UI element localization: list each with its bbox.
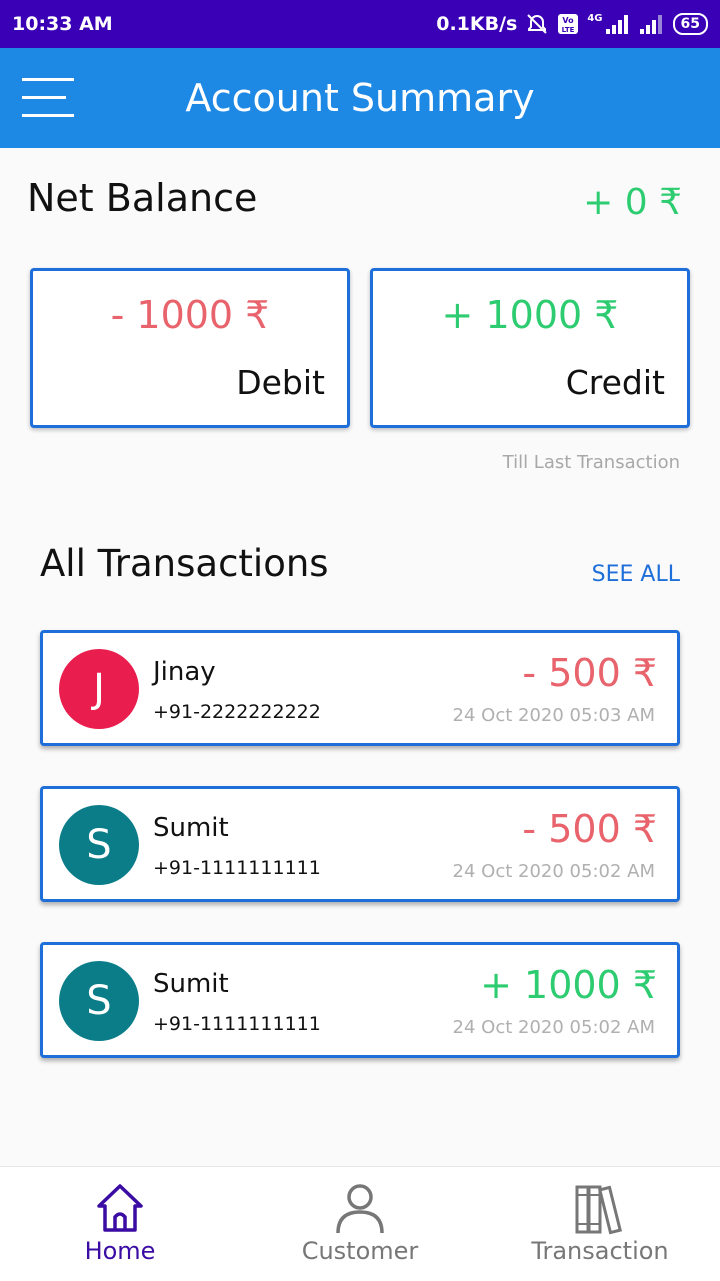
net-balance-label: Net Balance: [27, 176, 258, 220]
transaction-date: 24 Oct 2020 05:03 AM: [452, 705, 655, 726]
net-speed: 0.1KB/s: [436, 13, 518, 35]
transaction-card[interactable]: S Sumit +91-1111111111 + 1000 ₹ 24 Oct 2…: [40, 942, 680, 1058]
debit-label: Debit: [236, 363, 325, 402]
status-bar: 10:33 AM 0.1KB/s Vo LTE 4G 65: [0, 0, 720, 48]
status-time: 10:33 AM: [12, 13, 113, 35]
transaction-card[interactable]: J Jinay +91-2222222222 - 500 ₹ 24 Oct 20…: [40, 630, 680, 746]
avatar: J: [59, 649, 139, 729]
credit-amount: + 1000 ₹: [441, 293, 619, 337]
transaction-amount: + 1000 ₹: [480, 963, 657, 1007]
signal-icon-2: [639, 15, 662, 34]
app-bar: Account Summary: [0, 48, 720, 148]
transaction-card[interactable]: S Sumit +91-1111111111 - 500 ₹ 24 Oct 20…: [40, 786, 680, 902]
transaction-name: Sumit: [153, 813, 229, 843]
till-last-transaction-note: Till Last Transaction: [502, 452, 680, 473]
transaction-date: 24 Oct 2020 05:02 AM: [452, 861, 655, 882]
nav-home[interactable]: Home: [0, 1167, 240, 1281]
alarm-off-icon: [527, 14, 548, 34]
net-balance-value: + 0 ₹: [583, 182, 682, 223]
books-icon: [575, 1185, 622, 1235]
nav-transaction-label: Transaction: [531, 1237, 669, 1265]
avatar: S: [59, 961, 139, 1041]
nav-home-label: Home: [84, 1237, 156, 1265]
credit-card: + 1000 ₹ Credit: [370, 268, 690, 428]
person-icon: [336, 1184, 384, 1234]
page-title: Account Summary: [185, 76, 535, 120]
nav-customer-label: Customer: [301, 1237, 419, 1265]
avatar: S: [59, 805, 139, 885]
volte-icon: Vo LTE: [558, 14, 579, 34]
see-all-link[interactable]: SEE ALL: [592, 562, 680, 587]
bottom-navigation: Home Customer Transaction: [0, 1166, 720, 1281]
nav-transaction[interactable]: Transaction: [480, 1167, 720, 1281]
all-transactions-title: All Transactions: [40, 542, 329, 585]
credit-label: Credit: [565, 363, 665, 402]
transaction-phone: +91-1111111111: [153, 857, 321, 879]
status-icons: 0.1KB/s Vo LTE 4G 65: [436, 12, 708, 36]
battery-icon: 65: [672, 13, 708, 35]
network-type: 4G: [587, 12, 603, 24]
nav-customer[interactable]: Customer: [240, 1167, 480, 1281]
home-icon: [97, 1184, 143, 1232]
debit-amount: - 1000 ₹: [110, 293, 270, 337]
signal-icon: [605, 15, 628, 34]
transaction-date: 24 Oct 2020 05:02 AM: [452, 1017, 655, 1038]
transaction-name: Sumit: [153, 969, 229, 999]
svg-text:Vo: Vo: [563, 16, 575, 25]
svg-text:LTE: LTE: [562, 26, 575, 34]
transaction-amount: - 500 ₹: [522, 807, 657, 851]
transaction-name: Jinay: [153, 657, 216, 687]
debit-card: - 1000 ₹ Debit: [30, 268, 350, 428]
transaction-phone: +91-2222222222: [153, 701, 321, 723]
transaction-phone: +91-1111111111: [153, 1013, 321, 1035]
transaction-amount: - 500 ₹: [522, 651, 657, 695]
